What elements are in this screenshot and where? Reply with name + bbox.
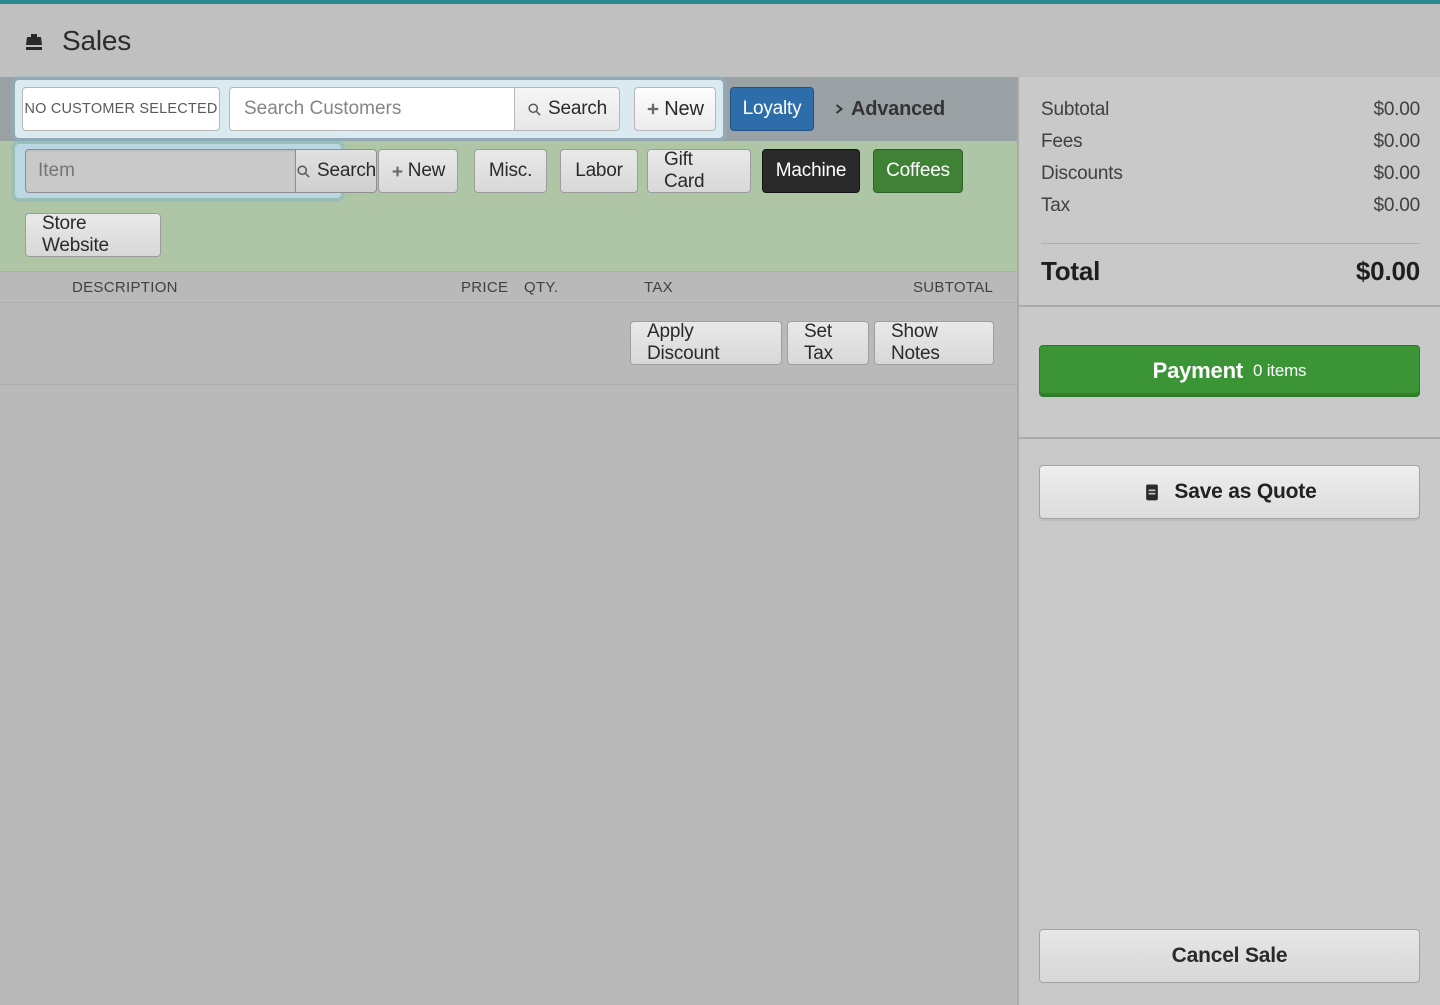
register-icon [22, 29, 46, 53]
page-title: Sales [62, 25, 131, 57]
col-description: Description [72, 279, 178, 296]
new-customer-button[interactable]: New [634, 87, 716, 131]
subtotal-value: $0.00 [1373, 99, 1420, 121]
payment-button[interactable]: Payment 0 items [1039, 345, 1420, 397]
customer-search-button-label: Search [548, 98, 607, 120]
discounts-value: $0.00 [1373, 163, 1420, 185]
misc-button-label: Misc. [489, 160, 532, 182]
tax-value: $0.00 [1373, 195, 1420, 217]
plus-icon [391, 165, 404, 178]
clipboard-icon [1142, 481, 1162, 503]
discounts-label: Discounts [1041, 163, 1123, 185]
coffees-button-label: Coffees [886, 160, 950, 182]
total-label: Total [1041, 256, 1100, 287]
apply-discount-label: Apply Discount [647, 321, 765, 365]
advanced-toggle[interactable]: Advanced [833, 87, 945, 131]
apply-discount-button[interactable]: Apply Discount [630, 321, 782, 365]
line-items-header: Description Price Qty. Tax Subtotal [0, 271, 1017, 303]
col-subtotal: Subtotal [913, 279, 993, 296]
fees-label: Fees [1041, 131, 1082, 153]
machine-button-label: Machine [776, 160, 846, 182]
tax-label: Tax [1041, 195, 1070, 217]
loyalty-button[interactable]: Loyalty [730, 87, 814, 131]
store-website-button[interactable]: Store Website [25, 213, 161, 257]
coffees-button[interactable]: Coffees [873, 149, 963, 193]
item-search-input[interactable] [25, 149, 295, 193]
col-qty: Qty. [524, 279, 558, 296]
customer-toolbar: NO CUSTOMER SELECTED Search New Loyalty … [0, 77, 1017, 141]
no-customer-chip[interactable]: NO CUSTOMER SELECTED [22, 87, 220, 131]
advanced-toggle-label: Advanced [851, 98, 945, 121]
save-quote-button[interactable]: Save as Quote [1039, 465, 1420, 519]
line-items-empty-area [0, 385, 1017, 1005]
store-website-button-label: Store Website [42, 213, 144, 257]
labor-button[interactable]: Labor [560, 149, 638, 193]
misc-button[interactable]: Misc. [474, 149, 547, 193]
total-value: $0.00 [1356, 256, 1420, 287]
loyalty-button-label: Loyalty [743, 98, 802, 120]
customer-search-group: Search [229, 87, 620, 131]
show-notes-button[interactable]: Show Notes [874, 321, 994, 365]
fees-value: $0.00 [1373, 131, 1420, 153]
search-icon [527, 102, 542, 117]
payment-button-label: Payment [1153, 358, 1243, 384]
customer-search-input[interactable] [229, 87, 514, 131]
totals-block: Subtotal $0.00 Fees $0.00 Discounts $0.00 T… [1019, 77, 1440, 233]
col-tax: Tax [644, 279, 673, 296]
save-quote-label: Save as Quote [1174, 480, 1316, 504]
set-tax-label: Set Tax [804, 321, 852, 365]
item-toolbar: Search New Misc. Labor Gift Card Machine… [0, 141, 1017, 271]
line-actions-row: Apply Discount Set Tax Show Notes [0, 303, 1017, 385]
cancel-sale-label: Cancel Sale [1172, 944, 1288, 968]
labor-button-label: Labor [575, 160, 623, 182]
totals-sidebar: Subtotal $0.00 Fees $0.00 Discounts $0.00 T… [1017, 77, 1440, 1005]
gift-card-button-label: Gift Card [664, 149, 734, 193]
show-notes-label: Show Notes [891, 321, 977, 365]
new-item-button-label: New [408, 160, 445, 182]
item-search-button-label: Search [317, 160, 376, 182]
item-search-button[interactable]: Search [295, 149, 377, 193]
machine-button[interactable]: Machine [762, 149, 860, 193]
customer-search-button[interactable]: Search [514, 87, 620, 131]
item-search-group: Search [25, 149, 336, 193]
gift-card-button[interactable]: Gift Card [647, 149, 751, 193]
cancel-sale-button[interactable]: Cancel Sale [1039, 929, 1420, 983]
payment-items-count: 0 items [1253, 361, 1306, 381]
subtotal-label: Subtotal [1041, 99, 1109, 121]
totals-divider [1041, 243, 1420, 244]
plus-icon [646, 102, 660, 116]
set-tax-button[interactable]: Set Tax [787, 321, 869, 365]
col-price: Price [461, 279, 508, 296]
search-icon [296, 164, 311, 179]
new-customer-button-label: New [664, 98, 703, 121]
chevron-right-icon [833, 101, 845, 117]
new-item-button[interactable]: New [378, 149, 458, 193]
page-header: Sales [0, 4, 1440, 77]
